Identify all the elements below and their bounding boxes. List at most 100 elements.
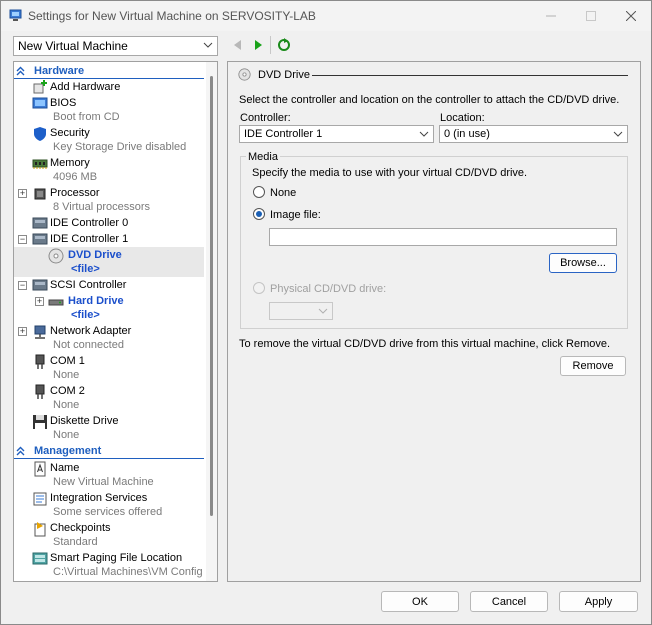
processor-icon xyxy=(34,188,46,200)
name-tag-icon xyxy=(34,461,46,477)
controller-label: Controller: xyxy=(240,112,291,124)
vm-selector[interactable]: New Virtual Machine xyxy=(13,36,218,56)
tree-item-label: Diskette Drive xyxy=(50,415,119,427)
collapse-icon[interactable]: − xyxy=(18,281,27,290)
settings-tree: Hardware Add Hardware BIOS Boot from CD … xyxy=(13,61,218,582)
hardware-header[interactable]: Hardware xyxy=(14,63,204,79)
hardware-header-label: Hardware xyxy=(34,65,85,77)
bios-icon xyxy=(32,97,48,109)
tree-item-network-adapter[interactable]: + Network Adapter Not connected xyxy=(14,323,204,353)
apply-button[interactable]: Apply xyxy=(559,591,638,612)
tree-item-smart-paging[interactable]: Smart Paging File Location C:\Virtual Ma… xyxy=(14,550,204,580)
tree-item-detail: C:\Virtual Machines\VM Config xyxy=(53,566,203,578)
tree-item-detail: None xyxy=(53,429,80,441)
tree-item-label: COM 1 xyxy=(50,355,85,367)
tree-item-detail: 4096 MB xyxy=(53,171,98,183)
tree-item-detail: Standard xyxy=(53,536,98,548)
collapse-icon[interactable]: − xyxy=(18,235,27,244)
close-button[interactable] xyxy=(611,5,651,27)
tree-item-scsi-controller[interactable]: − SCSI Controller xyxy=(14,277,204,293)
tree-item-com-2[interactable]: COM 2 None xyxy=(14,383,204,413)
tree-item-label: Memory xyxy=(50,157,90,169)
remove-button[interactable]: Remove xyxy=(560,356,626,376)
tree-item-integration-services[interactable]: Integration Services Some services offer… xyxy=(14,490,204,520)
tree-item-label: SCSI Controller xyxy=(50,279,127,291)
tree-item-detail: None xyxy=(53,399,80,411)
tree-item-label: BIOS xyxy=(50,97,77,109)
tree-item-label: Smart Paging File Location xyxy=(50,552,183,564)
media-none-label[interactable]: None xyxy=(270,187,296,199)
tree-item-detail: <file> xyxy=(71,309,100,321)
management-header[interactable]: Management xyxy=(14,443,204,459)
cancel-button[interactable]: Cancel xyxy=(470,591,548,612)
management-header-label: Management xyxy=(34,445,102,457)
back-arrow-icon[interactable] xyxy=(231,38,245,52)
maximize-button[interactable] xyxy=(571,5,611,27)
smart-paging-icon xyxy=(32,552,48,565)
shield-icon xyxy=(34,127,46,141)
tree-item-diskette-drive[interactable]: Diskette Drive None xyxy=(14,413,204,443)
physical-drive-select[interactable] xyxy=(269,302,333,320)
tree-item-add-hardware[interactable]: Add Hardware xyxy=(14,79,204,95)
toolbar-separator xyxy=(270,36,271,54)
tree-item-label: Hard Drive xyxy=(68,295,124,307)
title-bar: Settings for New Virtual Machine on SERV… xyxy=(1,1,651,31)
tree-item-ide-controller-0[interactable]: IDE Controller 0 xyxy=(14,215,204,231)
tree-item-bios[interactable]: BIOS Boot from CD xyxy=(14,95,204,125)
browse-button[interactable]: Browse... xyxy=(549,253,617,273)
controller-select[interactable]: IDE Controller 1 xyxy=(239,125,434,143)
collapse-up-icon xyxy=(16,446,25,456)
floppy-disk-icon xyxy=(33,415,47,429)
network-adapter-icon xyxy=(34,325,46,339)
location-select[interactable]: 0 (in use) xyxy=(439,125,628,143)
tree-item-dvd-drive[interactable]: DVD Drive <file> xyxy=(14,247,204,277)
tree-scrollbar[interactable] xyxy=(206,62,217,581)
media-none-radio[interactable] xyxy=(253,186,265,198)
tree-item-com-1[interactable]: COM 1 None xyxy=(14,353,204,383)
dvd-disc-icon xyxy=(238,68,251,81)
media-physical-drive-radio[interactable] xyxy=(253,282,265,294)
hyperv-settings-icon xyxy=(9,9,22,21)
ok-button[interactable]: OK xyxy=(381,591,459,612)
chevron-down-icon xyxy=(318,308,328,314)
tree-item-label: Name xyxy=(50,462,80,474)
chevron-down-icon xyxy=(419,131,429,137)
tree-item-memory[interactable]: Memory 4096 MB xyxy=(14,155,204,185)
tree-item-label: DVD Drive xyxy=(68,249,122,261)
media-image-file-label[interactable]: Image file: xyxy=(270,209,321,221)
tree-item-hard-drive[interactable]: + Hard Drive <file> xyxy=(14,293,204,323)
header-rule xyxy=(14,458,204,459)
media-image-file-radio[interactable] xyxy=(253,208,265,220)
location-select-value: 0 (in use) xyxy=(444,128,490,140)
tree-item-checkpoints[interactable]: Checkpoints Standard xyxy=(14,520,204,550)
scrollbar-thumb[interactable] xyxy=(210,76,213,516)
vm-selector-value: New Virtual Machine xyxy=(18,39,128,53)
forward-arrow-icon[interactable] xyxy=(251,38,265,52)
tree-item-label: Checkpoints xyxy=(50,522,111,534)
integration-services-icon xyxy=(33,492,47,506)
tree-item-label: IDE Controller 0 xyxy=(50,217,129,229)
refresh-icon[interactable] xyxy=(277,38,291,52)
media-group-label: Media xyxy=(246,151,280,163)
dvd-drive-settings-pane: DVD Drive Select the controller and loca… xyxy=(227,61,641,582)
pane-title: DVD Drive xyxy=(258,69,310,81)
expand-icon[interactable]: + xyxy=(18,189,27,198)
tree-item-detail: None xyxy=(53,369,80,381)
image-file-input[interactable] xyxy=(269,228,617,246)
tree-item-label: Network Adapter xyxy=(50,325,132,337)
hard-drive-icon xyxy=(48,299,64,306)
tree-item-security[interactable]: Security Key Storage Drive disabled xyxy=(14,125,204,155)
tree-item-name[interactable]: Name New Virtual Machine xyxy=(14,460,204,490)
checkpoint-icon xyxy=(34,522,46,537)
tree-item-processor[interactable]: + Processor 8 Virtual processors xyxy=(14,185,204,215)
ide-controller-icon xyxy=(32,217,48,229)
tree-item-label: Security xyxy=(50,127,90,139)
add-hardware-icon xyxy=(33,80,47,94)
com-port-icon xyxy=(35,384,45,399)
expand-icon[interactable]: + xyxy=(35,297,44,306)
settings-window: Settings for New Virtual Machine on SERV… xyxy=(0,0,652,625)
tree-item-label: COM 2 xyxy=(50,385,85,397)
tree-item-ide-controller-1[interactable]: − IDE Controller 1 xyxy=(14,231,204,247)
expand-icon[interactable]: + xyxy=(18,327,27,336)
minimize-button[interactable] xyxy=(531,5,571,27)
